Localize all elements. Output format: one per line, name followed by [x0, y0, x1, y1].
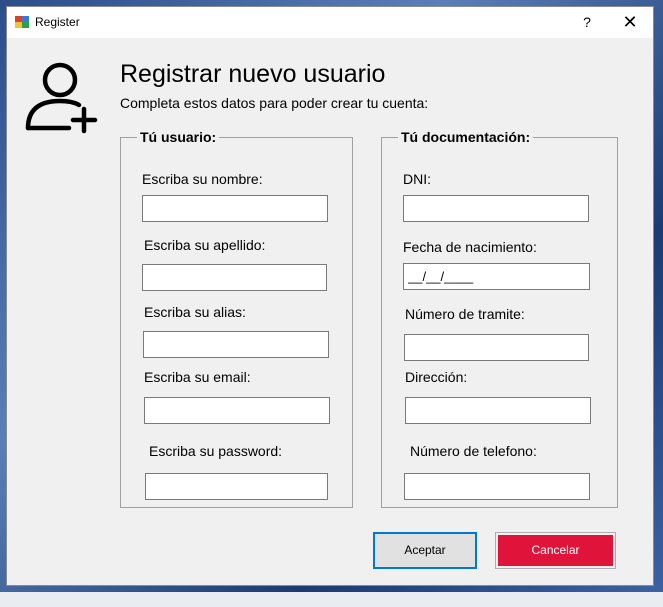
lastname-label: Escriba su apellido: [144, 237, 266, 253]
address-input[interactable] [405, 397, 591, 424]
phone-input[interactable] [404, 473, 590, 500]
accept-button[interactable]: Aceptar [373, 532, 477, 569]
name-input[interactable] [142, 195, 328, 222]
name-label: Escriba su nombre: [142, 171, 263, 187]
alias-label: Escriba su alias: [144, 304, 246, 320]
email-input[interactable] [144, 397, 330, 424]
page-title: Registrar nuevo usuario [120, 60, 386, 88]
user-group-legend: Tú usuario: [140, 129, 217, 145]
help-button[interactable]: ? [575, 9, 599, 35]
title-bar: Register ? ✕ [7, 7, 653, 38]
page-subtitle: Completa estos datos para poder crear tu… [120, 95, 429, 111]
email-label: Escriba su email: [144, 369, 251, 385]
close-button[interactable]: ✕ [615, 9, 645, 35]
lastname-input[interactable] [142, 264, 327, 291]
address-label: Dirección: [405, 369, 468, 385]
app-icon [15, 16, 29, 28]
phone-label: Número de telefono: [410, 443, 537, 459]
register-window: Register ? ✕ Registrar nuevo usuario Com… [6, 6, 654, 586]
documentation-group-legend: Tú documentación: [401, 129, 531, 145]
documentation-groupbox: Tú documentación: DNI: Fecha de nacimien… [381, 129, 618, 508]
tramite-input[interactable] [404, 334, 589, 361]
add-user-icon [25, 62, 98, 134]
tramite-label: Número de tramite: [405, 306, 525, 322]
password-label: Escriba su password: [149, 443, 283, 459]
birthdate-label: Fecha de nacimiento: [403, 239, 537, 255]
alias-input[interactable] [143, 331, 329, 358]
dni-input[interactable] [403, 195, 589, 222]
dni-label: DNI: [403, 171, 431, 187]
desktop-background-strip [0, 592, 663, 607]
password-input[interactable] [145, 473, 328, 500]
cancel-button[interactable]: Cancelar [495, 532, 616, 569]
window-title: Register [35, 15, 80, 29]
user-groupbox: Tú usuario: Escriba su nombre: Escriba s… [120, 129, 353, 508]
birthdate-masked-input[interactable] [403, 263, 590, 290]
